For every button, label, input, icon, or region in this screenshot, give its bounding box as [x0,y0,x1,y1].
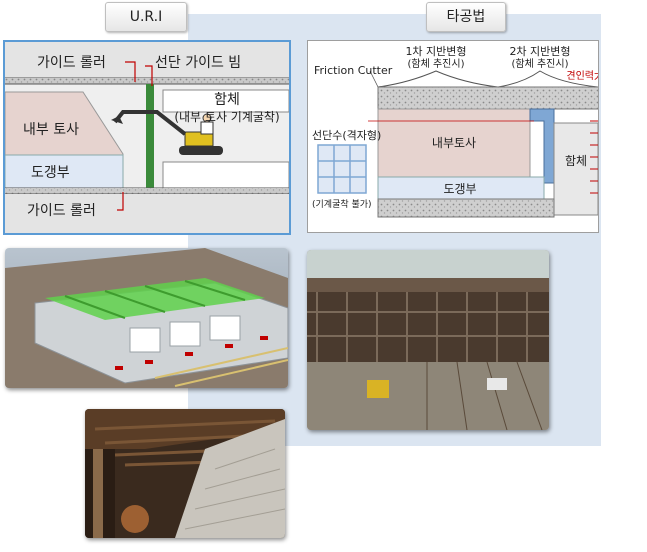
uri-box-sub-label: (내부 토사 기계굴착) [174,110,279,124]
deformation-2-sub: (함체 추진시) [512,58,569,70]
uri-front-guide-beam-label: 선단 가이드 빔 [155,55,241,71]
construction-site-photo [307,250,549,430]
uri-3d-render-image [5,248,288,388]
uri-guide-roller-bottom-label: 가이드 롤러 [27,203,96,219]
other-method-header-tab: 타공법 [426,2,506,32]
uri-diagram: 가이드 롤러 선단 가이드 빔 함체 (내부 토사 기계굴착) 내부 토사 도갱… [3,40,291,235]
other-culvert-label: 도갱부 [443,182,476,196]
other-box-label: 함체 [565,154,587,168]
partition-title: 선단수(격자형) [312,129,381,142]
friction-cutter-label: Friction Cutter [314,64,393,77]
deformation-1-sub: (함체 추진시) [408,58,465,70]
uri-inner-soil-label: 내부 토사 [23,122,79,138]
other-method-diagram: Friction Cutter 1차 지반변형 (함체 추진시) 2차 지반변형… [307,40,599,233]
partition-grid-icon [317,144,367,194]
uri-header-tab: U.R.I [105,2,187,32]
deformation-2-title: 2차 지반변형 [509,45,570,58]
uri-box-label: 함체 [214,92,240,108]
partition-note: (기계굴착 불가) [312,198,372,210]
uri-guide-roller-top-label: 가이드 롤러 [37,55,106,71]
traction-label: 견인력大 [566,69,598,82]
uri-culvert-label: 도갱부 [31,165,70,181]
deformation-1-title: 1차 지반변형 [405,45,466,58]
tunnel-interior-photo [85,409,285,538]
other-inner-soil-label: 내부토사 [432,136,476,150]
